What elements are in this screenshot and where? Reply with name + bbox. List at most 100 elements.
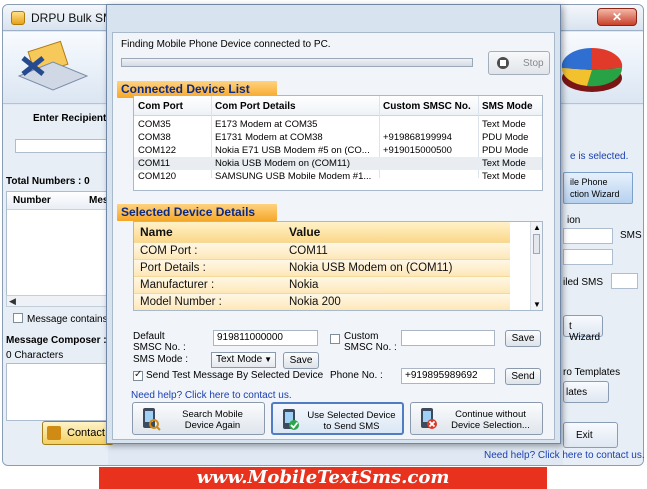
- app-icon: [11, 11, 25, 25]
- failed-sms-label: iled SMS: [563, 277, 604, 288]
- custom-smsc-checkbox[interactable]: [330, 334, 340, 344]
- failed-sms-select[interactable]: [611, 273, 638, 289]
- custom-smsc-label-1: Custom: [344, 331, 379, 342]
- table-row[interactable]: COM35 E173 Modem at COM35 Text Mode: [134, 118, 542, 131]
- search-device-again-button[interactable]: Search Mobile Device Again: [132, 402, 265, 435]
- option-label: ion: [567, 215, 581, 226]
- stop-icon: [497, 57, 509, 69]
- table-row[interactable]: COM122 Nokia E71 USB Modem #5 on (CO... …: [134, 144, 542, 157]
- wizard-button[interactable]: t Wizard: [563, 315, 603, 343]
- col-com-port-details: Com Port Details: [215, 101, 296, 112]
- search-device-line-1: Search Mobile: [182, 409, 243, 420]
- numbers-grid-scrollbar[interactable]: ◀: [6, 295, 108, 307]
- option-select-1[interactable]: [563, 228, 613, 244]
- exit-button[interactable]: Exit: [563, 422, 618, 448]
- phone-cancel-icon: [421, 408, 437, 429]
- cell-smsc: +919015000500: [383, 145, 452, 156]
- sms-mode-save-button[interactable]: Save: [283, 352, 319, 369]
- cell-details: Nokia USB Modem on (COM11): [215, 158, 350, 169]
- detail-name: Model Number :: [140, 296, 222, 308]
- detail-value: Nokia 200: [289, 296, 341, 308]
- wizard-line-2: ction Wizard: [570, 189, 620, 199]
- phone-no-label: Phone No. :: [330, 370, 383, 381]
- contact-icon: [47, 426, 61, 440]
- default-smsc-field[interactable]: 919811000000: [213, 330, 318, 346]
- detail-name: COM Port :: [140, 245, 198, 257]
- custom-smsc-field[interactable]: [401, 330, 495, 346]
- col-value: Value: [289, 225, 321, 239]
- message-textarea[interactable]: [6, 363, 108, 421]
- screenshot-stage: DRPU Bulk SMS ✕ Enter Recipient Total Nu…: [0, 0, 647, 489]
- phone-no-field[interactable]: +919895989692: [401, 368, 495, 384]
- cell-port: COM35: [138, 119, 171, 130]
- table-row[interactable]: COM38 E1731 Modem at COM38 +919868199994…: [134, 131, 542, 144]
- chart-icon: [561, 47, 623, 92]
- finding-device-text: Finding Mobile Phone Device connected to…: [121, 39, 331, 50]
- continue-without-device-button[interactable]: Continue without Device Selection...: [410, 402, 543, 435]
- message-contains-label: Message contains n: [27, 314, 116, 325]
- cell-details: E173 Modem at COM35: [215, 119, 318, 130]
- message-contains-checkbox[interactable]: Message contains n: [13, 313, 116, 325]
- option-select-2[interactable]: [563, 249, 613, 265]
- device-dialog: Finding Mobile Phone Device connected to…: [106, 4, 561, 444]
- col-custom-smsc: Custom SMSC No.: [383, 101, 471, 112]
- scroll-left-icon[interactable]: ◀: [9, 296, 16, 307]
- cell-port: COM11: [138, 158, 171, 169]
- selected-device-details-table[interactable]: Name Value COM Port : COM11 Port Details…: [133, 221, 543, 311]
- templates-button[interactable]: lates: [563, 381, 609, 403]
- custom-smsc-label-2: SMSC No. :: [344, 342, 397, 353]
- templates-label: ro Templates: [563, 367, 621, 378]
- col-name: Name: [140, 225, 173, 239]
- col-number: Number: [13, 195, 51, 206]
- main-close-button[interactable]: ✕: [597, 8, 637, 26]
- website-banner: www.MobileTextSms.com: [99, 467, 547, 489]
- cell-mode: PDU Mode: [482, 145, 529, 156]
- sms-mode-select[interactable]: Text Mode ▼: [211, 352, 276, 368]
- cell-port: COM122: [138, 145, 177, 156]
- numbers-grid[interactable]: Number Mes: [6, 191, 108, 301]
- scroll-down-icon[interactable]: ▼: [533, 300, 541, 309]
- detail-value: Nokia USB Modem on (COM11): [289, 262, 453, 274]
- use-selected-device-label: Use Selected Device to Send SMS: [305, 410, 398, 432]
- sms-label: SMS: [620, 230, 642, 241]
- scroll-up-icon[interactable]: ▲: [533, 223, 541, 232]
- connected-device-table[interactable]: Com Port Com Port Details Custom SMSC No…: [133, 95, 543, 191]
- device-selected-text: e is selected.: [570, 151, 629, 162]
- cell-mode: Text Mode: [482, 158, 526, 169]
- mobile-phone-wizard-button[interactable]: ile Phone ction Wizard: [563, 172, 633, 204]
- default-smsc-label-1: Default: [133, 331, 165, 342]
- cell-smsc: +919868199994: [383, 132, 452, 143]
- wizard-button-label: t Wizard: [569, 321, 601, 343]
- default-smsc-label-2: SMSC No. :: [133, 342, 186, 353]
- continue-without-label: Continue without Device Selection...: [443, 409, 538, 431]
- cell-details: E1731 Modem at COM38: [215, 132, 323, 143]
- contact-us-button[interactable]: Contact U: [42, 421, 114, 445]
- send-button[interactable]: Send: [505, 368, 541, 385]
- cell-mode: Text Mode: [482, 171, 526, 182]
- recipient-input[interactable]: [15, 139, 107, 153]
- table-row-selected[interactable]: COM11 Nokia USB Modem on (COM11) Text Mo…: [134, 157, 542, 170]
- use-selected-line-2: to Send SMS: [323, 421, 380, 432]
- scroll-thumb[interactable]: [533, 234, 540, 254]
- stop-button[interactable]: Stop: [488, 51, 550, 75]
- sms-mode-label: SMS Mode :: [133, 354, 189, 365]
- table-row[interactable]: COM120 SAMSUNG USB Mobile Modem #1... Te…: [134, 170, 542, 183]
- cell-port: COM38: [138, 132, 171, 143]
- cell-port: COM120: [138, 171, 177, 182]
- continue-line-1: Continue without: [455, 409, 526, 420]
- templates-button-label: lates: [566, 387, 588, 398]
- col-sms-mode: SMS Mode: [482, 101, 533, 112]
- col-com-port: Com Port: [138, 101, 183, 112]
- details-header: Name Value: [134, 222, 510, 242]
- custom-smsc-save-button[interactable]: Save: [505, 330, 541, 347]
- main-help-link[interactable]: Need help? Click here to contact us.: [484, 450, 645, 461]
- cell-details: SAMSUNG USB Mobile Modem #1...: [215, 171, 372, 182]
- details-row: Manufacturer : Nokia: [134, 276, 510, 293]
- details-row: COM Port : COM11: [134, 242, 510, 259]
- use-selected-device-button[interactable]: Use Selected Device to Send SMS: [271, 402, 404, 435]
- device-table-header: Com Port Com Port Details Custom SMSC No…: [134, 96, 542, 116]
- send-test-checkbox[interactable]: [133, 369, 143, 381]
- send-test-label: Send Test Message By Selected Device: [146, 370, 324, 381]
- details-scrollbar[interactable]: ▲ ▼: [530, 222, 542, 310]
- dialog-help-link[interactable]: Need help? Click here to contact us.: [131, 390, 292, 401]
